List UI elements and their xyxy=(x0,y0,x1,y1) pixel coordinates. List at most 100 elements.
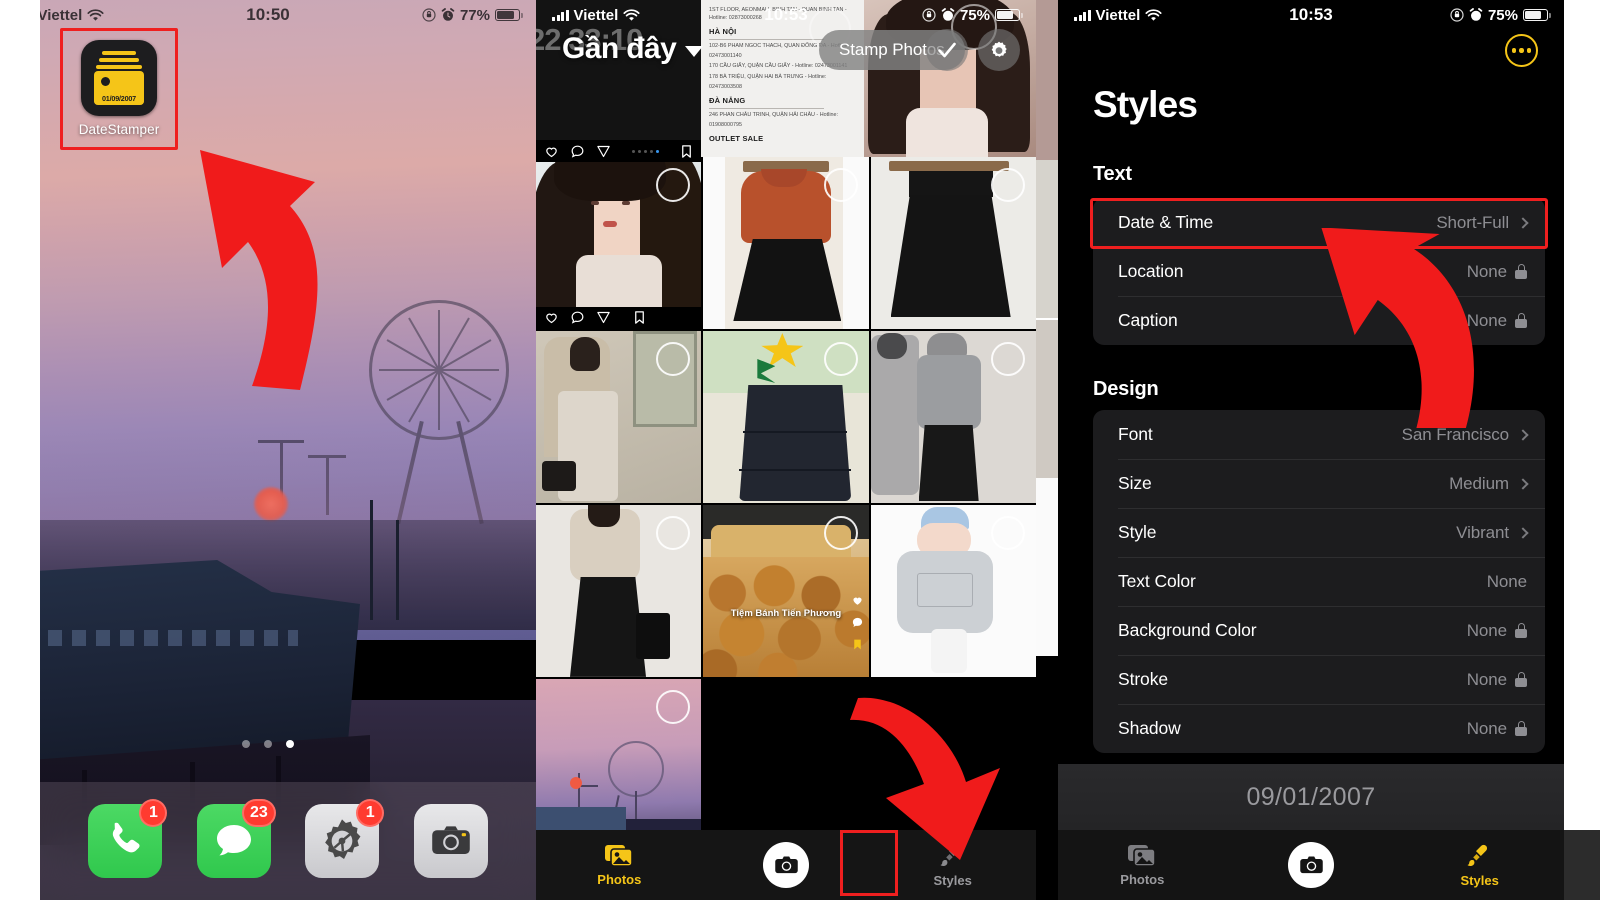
app-datestamper[interactable]: 01/09/2007 DateStamper xyxy=(79,40,159,144)
photo-orange-top-black-skirt[interactable] xyxy=(703,157,869,329)
selection-circle[interactable] xyxy=(990,515,1025,550)
photo-fried-pastries[interactable]: Tiệm Bánh Tiến Phương xyxy=(703,504,869,677)
lock-icon xyxy=(1515,264,1527,279)
tab-styles[interactable]: Styles xyxy=(840,829,1036,896)
comment-icon[interactable] xyxy=(570,144,585,159)
row-style[interactable]: Style Vibrant xyxy=(1093,508,1545,557)
tab-camera[interactable] xyxy=(1227,842,1396,888)
battery-icon xyxy=(1523,9,1551,21)
page-dot[interactable] xyxy=(264,740,272,748)
tab-styles[interactable]: Styles xyxy=(1395,843,1564,888)
row-value: None xyxy=(1466,261,1507,281)
row-stroke[interactable]: Stroke None xyxy=(1093,655,1545,704)
row-location[interactable]: Location None xyxy=(1093,247,1545,296)
tab-photos-label: Photos xyxy=(597,872,642,887)
row-value: San Francisco xyxy=(1401,424,1509,444)
photo-sunset-ferris-wheel[interactable] xyxy=(536,678,702,851)
battery-percent: 77% xyxy=(459,6,490,24)
doc-line: 178 BÀ TRIỆU, QUẬN HAI BÀ TRƯNG - Hotlin… xyxy=(709,73,827,80)
heart-icon[interactable] xyxy=(851,594,864,607)
alarm-clock-icon xyxy=(1469,8,1483,21)
carrier-label: Viettel xyxy=(573,6,619,24)
selection-circle[interactable] xyxy=(990,168,1025,202)
page-indicator-dots[interactable] xyxy=(0,740,536,748)
settings-button[interactable] xyxy=(978,29,1020,71)
row-text-color[interactable]: Text Color None xyxy=(1093,557,1545,606)
comment-icon[interactable] xyxy=(851,616,864,629)
panel-edge-strip xyxy=(1036,0,1058,900)
row-background-color[interactable]: Background Color None xyxy=(1093,606,1545,655)
chevron-right-icon xyxy=(1517,477,1529,490)
preview-date-text: 09/01/2007 xyxy=(1246,782,1376,811)
tab-photos[interactable]: Photos xyxy=(536,843,703,887)
row-label: Caption xyxy=(1118,310,1178,330)
paintbrush-icon xyxy=(1467,844,1488,866)
row-font[interactable]: Font San Francisco xyxy=(1093,410,1545,459)
design-settings-card: Font San Francisco Size Medium Style Vib… xyxy=(1093,410,1545,753)
signal-bars-icon xyxy=(552,9,569,21)
bookmark-icon[interactable] xyxy=(680,144,693,159)
page-dot-active[interactable] xyxy=(286,740,294,748)
share-icon[interactable] xyxy=(596,310,611,325)
alarm-clock-icon xyxy=(941,8,955,21)
dock-app-camera[interactable] xyxy=(413,804,488,878)
gear-icon xyxy=(991,41,1007,57)
lock-icon xyxy=(1515,313,1527,328)
row-value: None xyxy=(1486,571,1527,591)
tab-styles-label: Styles xyxy=(1460,872,1499,888)
bookmark-icon[interactable] xyxy=(633,310,646,325)
selection-circle[interactable] xyxy=(656,689,691,724)
album-title-label: Gần đây xyxy=(562,32,677,65)
dock-app-settings[interactable]: 1 xyxy=(305,799,385,878)
row-caption[interactable]: Caption None xyxy=(1093,296,1545,345)
date-time-highlight-box xyxy=(1090,198,1548,249)
ellipsis-circle-icon[interactable] xyxy=(1505,34,1538,67)
photo-grey-sweatshirt-cap[interactable] xyxy=(870,504,1036,677)
alarm-clock-icon xyxy=(441,8,455,21)
selection-circle[interactable] xyxy=(990,341,1025,376)
photo-beige-coat-outfit[interactable] xyxy=(536,504,702,677)
dock-app-messages[interactable]: 23 xyxy=(196,799,276,878)
lock-icon xyxy=(1515,623,1527,638)
photo-street-outfit[interactable] xyxy=(536,330,702,503)
rotation-lock-icon xyxy=(1450,8,1464,22)
heart-icon[interactable] xyxy=(544,144,559,159)
page-dot[interactable] xyxy=(242,740,250,748)
photo-black-skirt-hanger[interactable] xyxy=(870,157,1036,329)
selection-circle[interactable] xyxy=(823,341,858,376)
photo-green-sweater-skirt[interactable] xyxy=(703,330,869,503)
tab-photos[interactable]: Photos xyxy=(1058,843,1227,887)
chevron-right-icon xyxy=(1517,526,1529,539)
checkmark-icon xyxy=(938,42,956,58)
doc-heading: OUTLET SALE xyxy=(709,133,764,143)
photo-portrait-woman[interactable] xyxy=(536,157,702,329)
battery-percent: 75% xyxy=(959,6,990,24)
selection-circle[interactable] xyxy=(823,168,858,202)
screenshot-root: Viettel 10:50 77% 01/09/2007 DateStamper… xyxy=(0,0,1600,900)
instagram-action-bar xyxy=(536,306,702,329)
heart-icon[interactable] xyxy=(544,310,559,325)
comment-icon[interactable] xyxy=(570,310,585,325)
doc-line: 02473003508 xyxy=(709,83,742,90)
status-bar-styles: Viettel 10:53 75% xyxy=(1058,0,1564,30)
page-title: Styles xyxy=(1093,84,1198,125)
selection-circle[interactable] xyxy=(656,515,691,550)
tab-photos-label: Photos xyxy=(1120,872,1165,887)
album-title-dropdown[interactable]: Gần đây xyxy=(562,32,704,66)
share-icon[interactable] xyxy=(596,144,611,159)
confirm-button[interactable] xyxy=(926,29,968,71)
selection-circle[interactable] xyxy=(823,515,858,550)
status-bar-home: Viettel 10:50 77% xyxy=(0,0,536,30)
app-icon-date-text: 01/09/2007 xyxy=(102,94,136,103)
photo-grey-jacket-outfit[interactable] xyxy=(870,330,1036,503)
lock-icon xyxy=(1515,672,1527,687)
datestamper-app-icon[interactable]: 01/09/2007 xyxy=(81,40,157,116)
section-heading-design: Design xyxy=(1093,378,1159,400)
phone-icon xyxy=(113,822,140,853)
dock-app-phone[interactable]: 1 xyxy=(88,799,168,878)
row-size[interactable]: Size Medium xyxy=(1093,459,1545,508)
row-value: None xyxy=(1466,310,1507,330)
row-shadow[interactable]: Shadow None xyxy=(1093,704,1545,753)
paintbrush-icon xyxy=(940,844,961,866)
bookmark-icon[interactable] xyxy=(851,638,864,651)
